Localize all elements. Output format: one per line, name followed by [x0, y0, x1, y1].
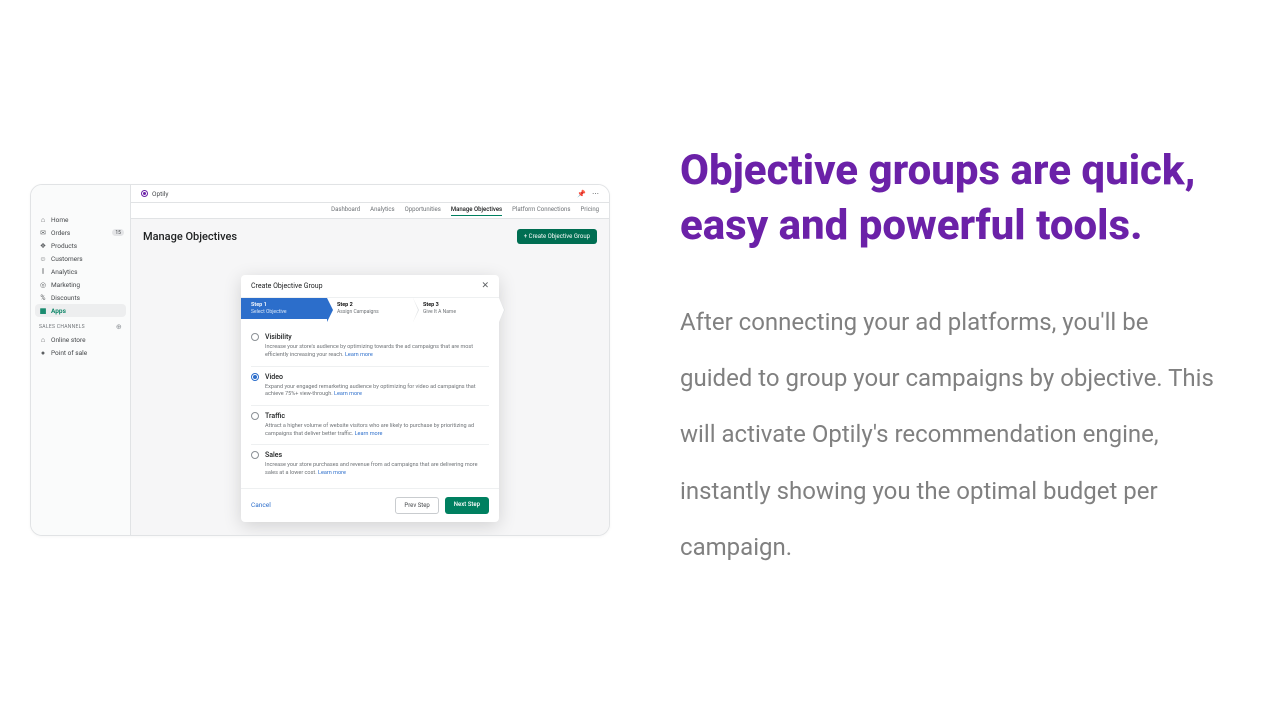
app-screenshot-frame: ⌂ Home ✉ Orders 15 ❖ Products ☺ Custom [30, 184, 610, 536]
marketing-headline: Objective groups are quick, easy and pow… [680, 144, 1220, 253]
learn-more-link[interactable]: Learn more [355, 431, 383, 437]
sidebar-item-label: Customers [51, 255, 83, 263]
main-area: Optily 📌 ⋯ Dashboard Analytics Opportuni… [131, 185, 609, 535]
marketing-body: After connecting your ad platforms, you'… [680, 294, 1220, 576]
step-1[interactable]: Step 1 Select Objective [241, 298, 327, 319]
next-step-button[interactable]: Next Step [445, 497, 489, 514]
store-icon: ⌂ [39, 336, 47, 344]
radio-icon [251, 412, 259, 420]
learn-more-link[interactable]: Learn more [334, 391, 362, 397]
discounts-icon: % [39, 294, 47, 302]
sidebar-item-customers[interactable]: ☺ Customers [31, 252, 130, 265]
sidebar-item-label: Point of sale [51, 349, 87, 357]
radio-icon [251, 451, 259, 459]
pin-icon[interactable]: 📌 [577, 190, 586, 198]
tab-platform-connections[interactable]: Platform Connections [512, 206, 570, 215]
radio-icon [251, 333, 259, 341]
tab-pricing[interactable]: Pricing [580, 206, 599, 215]
orders-badge: 15 [112, 229, 124, 236]
step-3[interactable]: Step 3 Give It A Name [413, 298, 499, 319]
analytics-icon: ⫾ [39, 268, 47, 276]
sales-channels-header: SALES CHANNELS ⊕ [31, 317, 130, 333]
cancel-button[interactable]: Cancel [251, 501, 271, 509]
app-header: Optily 📌 ⋯ [131, 185, 609, 203]
optily-logo-icon [141, 190, 148, 197]
sidebar-item-label: Products [51, 242, 77, 250]
sidebar-item-orders[interactable]: ✉ Orders 15 [31, 226, 130, 239]
sidebar-item-label: Online store [51, 336, 86, 344]
sidebar-item-marketing[interactable]: ◎ Marketing [31, 278, 130, 291]
radio-icon [251, 373, 259, 381]
sidebar-channel-online-store[interactable]: ⌂ Online store [31, 333, 130, 346]
sidebar-item-label: Home [51, 216, 69, 224]
create-objective-group-button[interactable]: + Create Objective Group [517, 229, 597, 244]
objective-option-traffic[interactable]: Traffic Attract a higher volume of websi… [251, 405, 489, 444]
objective-option-visibility[interactable]: Visibility Increase your store's audienc… [251, 327, 489, 365]
more-icon[interactable]: ⋯ [592, 190, 599, 198]
customers-icon: ☺ [39, 255, 47, 263]
page-title: Manage Objectives [143, 230, 237, 243]
learn-more-link[interactable]: Learn more [345, 352, 373, 358]
add-channel-icon[interactable]: ⊕ [116, 323, 122, 331]
step-2[interactable]: Step 2 Assign Campaigns [327, 298, 413, 319]
orders-icon: ✉ [39, 229, 47, 237]
apps-icon: ▦ [39, 307, 47, 315]
pos-icon: ● [39, 349, 47, 357]
products-icon: ❖ [39, 242, 47, 250]
sidebar-item-label: Analytics [51, 268, 78, 276]
close-icon[interactable]: ✕ [481, 281, 489, 291]
learn-more-link[interactable]: Learn more [318, 470, 346, 476]
top-tabs: Dashboard Analytics Opportunities Manage… [131, 203, 609, 219]
home-icon: ⌂ [39, 216, 47, 224]
prev-step-button[interactable]: Prev Step [395, 497, 438, 514]
sidebar-channel-pos[interactable]: ● Point of sale [31, 346, 130, 359]
tab-dashboard[interactable]: Dashboard [331, 206, 360, 215]
sidebar-item-products[interactable]: ❖ Products [31, 239, 130, 252]
sidebar-item-home[interactable]: ⌂ Home [31, 213, 130, 226]
objective-option-video[interactable]: Video Expand your engaged remarketing au… [251, 366, 489, 405]
sidebar-item-label: Marketing [51, 281, 80, 289]
tab-opportunities[interactable]: Opportunities [405, 206, 441, 215]
sidebar: ⌂ Home ✉ Orders 15 ❖ Products ☺ Custom [31, 185, 131, 535]
marketing-icon: ◎ [39, 281, 47, 289]
sidebar-item-label: Orders [51, 229, 70, 237]
tab-analytics[interactable]: Analytics [370, 206, 394, 215]
app-name: Optily [152, 190, 169, 198]
sidebar-item-analytics[interactable]: ⫾ Analytics [31, 265, 130, 278]
objective-option-sales[interactable]: Sales Increase your store purchases and … [251, 444, 489, 483]
sidebar-item-apps[interactable]: ▦ Apps [35, 304, 126, 317]
sidebar-item-label: Apps [51, 307, 66, 315]
step-indicator: Step 1 Select Objective Step 2 Assign Ca… [241, 298, 499, 319]
sidebar-item-discounts[interactable]: % Discounts [31, 291, 130, 304]
modal-title: Create Objective Group [251, 282, 323, 290]
sidebar-item-label: Discounts [51, 294, 80, 302]
tab-manage-objectives[interactable]: Manage Objectives [451, 206, 502, 216]
create-objective-group-modal: Create Objective Group ✕ Step 1 Select O… [241, 275, 499, 522]
